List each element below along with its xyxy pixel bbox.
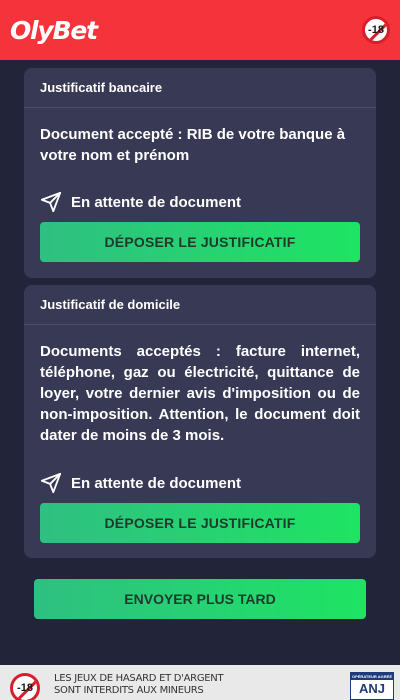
card-title: Justificatif de domicile: [24, 285, 376, 325]
bank-document-card: Justificatif bancaire Document accepté :…: [24, 68, 376, 278]
upload-address-document-button[interactable]: DÉPOSER LE JUSTIFICATIF: [40, 503, 360, 543]
app-header: OlyBet -18: [0, 0, 400, 60]
status-label: En attente de document: [71, 193, 242, 211]
card-description: Documents acceptés : facture internet, t…: [40, 343, 360, 444]
anj-name: ANJ: [358, 681, 385, 696]
age-restriction-icon: -18: [362, 16, 390, 44]
send-icon: [40, 191, 62, 213]
footer-warning-bar: -18 LES JEUX DE HASARD ET D'ARGENT SONT …: [0, 665, 400, 700]
olybet-logo[interactable]: OlyBet: [10, 16, 98, 45]
age-restriction-label: -18: [17, 682, 33, 694]
document-status: En attente de document: [24, 472, 241, 494]
send-later-button[interactable]: ENVOYER PLUS TARD: [34, 579, 366, 619]
card-description: Document accepté : RIB de votre banque à…: [40, 126, 346, 164]
document-status: En attente de document: [24, 191, 241, 213]
send-icon: [40, 472, 62, 494]
warning-line-2: SONT INTERDITS AUX MINEURS: [54, 685, 204, 696]
anj-approved-label: OPÉRATEUR AGRÉÉ: [351, 673, 393, 680]
address-document-card: Justificatif de domicile Documents accep…: [24, 285, 376, 558]
card-title: Justificatif bancaire: [24, 68, 376, 108]
age-restriction-icon: -18: [10, 673, 40, 700]
upload-bank-document-button[interactable]: DÉPOSER LE JUSTIFICATIF: [40, 222, 360, 262]
status-label: En attente de document: [71, 474, 242, 492]
anj-logo: OPÉRATEUR AGRÉÉ ANJ: [350, 672, 394, 700]
warning-line-1: LES JEUX DE HASARD ET D'ARGENT: [54, 673, 224, 684]
minors-warning-text: LES JEUX DE HASARD ET D'ARGENT SONT INTE…: [54, 673, 224, 697]
age-restriction-label: -18: [368, 24, 384, 36]
